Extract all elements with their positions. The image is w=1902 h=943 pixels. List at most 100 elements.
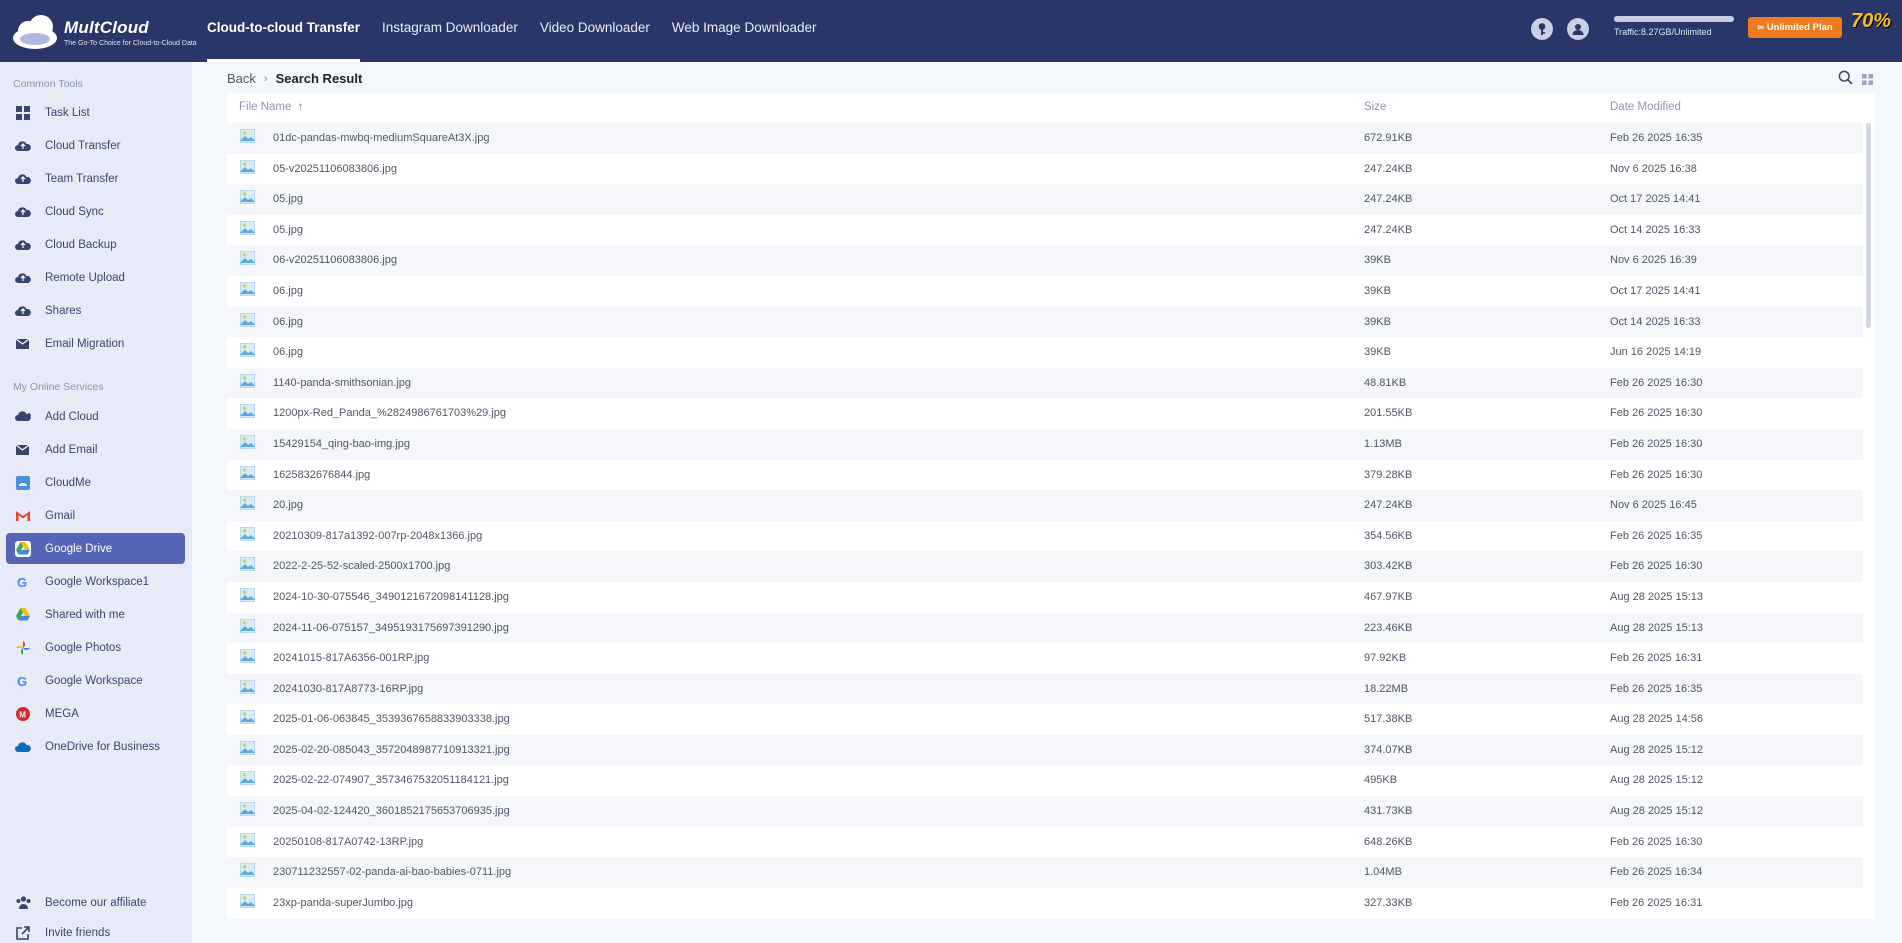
sidebar-item-email-migration[interactable]: Email Migration — [6, 328, 185, 359]
table-row[interactable]: 2025-02-20-085043_3572048987710913321.jp… — [227, 734, 1863, 766]
sidebar-item-invite-friends[interactable]: Invite friends — [6, 917, 185, 943]
table-row[interactable]: 20210309-817a1392-007rp-2048x1366.jpg 354… — [227, 521, 1863, 552]
column-file-name[interactable]: File Name ↑ — [239, 101, 303, 113]
table-row[interactable]: 20250108-817A0742-13RP.jpg 648.26KB Feb 26… — [227, 827, 1863, 858]
table-row[interactable]: 1140-panda-smithsonian.jpg 48.81KB Feb 26 … — [227, 367, 1863, 399]
file-date-modified: Oct 17 2025 14:41 — [1610, 193, 1701, 206]
sidebar-item-google-workspace1[interactable]: G Google Workspace1 — [6, 566, 185, 597]
sidebar-item-cloud-sync[interactable]: Cloud Sync — [6, 196, 185, 227]
file-name[interactable]: 20241015-817A6356-001RP.jpg — [273, 652, 429, 664]
sidebar-item-task-list[interactable]: Task List — [6, 97, 185, 128]
topnav-item-1[interactable]: Instagram Downloader — [382, 0, 518, 62]
file-name[interactable]: 06.jpg — [273, 346, 303, 358]
search-icon[interactable] — [1838, 70, 1853, 90]
file-name[interactable]: 1140-panda-smithsonian.jpg — [273, 377, 411, 389]
file-name[interactable]: 2024-11-06-075157_3495193175697391290.jp… — [273, 622, 509, 634]
key-icon[interactable] — [1531, 18, 1553, 40]
table-row[interactable]: 23xp-panda-superJumbo.jpg 327.33KB Feb 26 … — [227, 888, 1863, 919]
column-date-modified[interactable]: Date Modified — [1610, 101, 1681, 113]
sidebar-item-shared-with-me[interactable]: Shared with me — [6, 599, 185, 630]
sidebar-item-onedrive-for-business[interactable]: OneDrive for Business — [6, 731, 185, 762]
table-row[interactable]: 20.jpg 247.24KB Nov 6 2025 16:45 — [227, 490, 1863, 521]
column-size[interactable]: Size — [1364, 101, 1386, 113]
table-row[interactable]: 2025-01-06-063845_3539367658833903338.jp… — [227, 704, 1863, 735]
table-header: File Name ↑ Size Date Modified — [227, 93, 1875, 123]
table-row[interactable]: 06.jpg 39KB Oct 17 2025 14:41 — [227, 276, 1863, 307]
table-row[interactable]: 20241015-817A6356-001RP.jpg 97.92KB Feb 26… — [227, 643, 1863, 674]
sidebar-item-add-email[interactable]: Add Email — [6, 434, 185, 465]
file-name[interactable]: 2025-02-22-074907_3573467532051184121.jp… — [273, 774, 509, 786]
sidebar-item-google-photos[interactable]: Google Photos — [6, 632, 185, 663]
sidebar-item-label: Cloud Transfer — [45, 139, 121, 152]
file-name[interactable]: 06-v20251106083806.jpg — [273, 254, 397, 266]
file-name[interactable]: 230711232557-02-panda-ai-bao-babies-0711… — [273, 866, 511, 878]
sidebar-item-gmail[interactable]: Gmail — [6, 500, 185, 531]
sidebar-item-label: Gmail — [45, 509, 76, 522]
file-name[interactable]: 05.jpg — [273, 193, 303, 205]
file-date-modified: Nov 6 2025 16:38 — [1610, 162, 1697, 175]
file-name[interactable]: 2025-04-02-124420_3601852175653706935.jp… — [273, 805, 510, 817]
file-size: 467.97KB — [1364, 590, 1413, 603]
file-name[interactable]: 1200px-Red_Panda_%2824986761703%29.jpg — [273, 407, 506, 419]
file-name[interactable]: 2025-02-20-085043_3572048987710913321.jp… — [273, 744, 510, 756]
file-name[interactable]: 06.jpg — [273, 316, 303, 328]
file-date-modified: Feb 26 2025 16:30 — [1610, 468, 1703, 481]
unlimited-plan-button[interactable]: ∞ Unlimited Plan — [1748, 17, 1842, 38]
sidebar-item-cloudme[interactable]: CloudMe — [6, 467, 185, 498]
table-row[interactable]: 1200px-Red_Panda_%2824986761703%29.jpg 20… — [227, 398, 1863, 429]
topnav-item-0[interactable]: Cloud-to-cloud Transfer — [207, 0, 360, 62]
file-name[interactable]: 20210309-817a1392-007rp-2048x1366.jpg — [273, 530, 482, 542]
table-row[interactable]: 2025-02-22-074907_3573467532051184121.jp… — [227, 765, 1863, 796]
sidebar-item-add-cloud[interactable]: Add Cloud — [6, 401, 185, 432]
sidebar-item-shares[interactable]: Shares — [6, 295, 185, 326]
sidebar-item-team-transfer[interactable]: Team Transfer — [6, 163, 185, 194]
file-name[interactable]: 20241030-817A8773-16RP.jpg — [273, 683, 423, 695]
sidebar-item-become-our-affiliate[interactable]: Become our affiliate — [6, 887, 185, 918]
table-row[interactable]: 2025-04-02-124420_3601852175653706935.jp… — [227, 796, 1863, 827]
promo-badge[interactable]: 70% — [1851, 10, 1891, 40]
grid-view-icon[interactable] — [1862, 72, 1873, 90]
sidebar-item-cloud-backup[interactable]: Cloud Backup — [6, 229, 185, 260]
table-row[interactable]: 2024-11-06-075157_3495193175697391290.jp… — [227, 612, 1863, 644]
file-size: 39KB — [1364, 284, 1391, 297]
table-row[interactable]: 2024-10-30-075546_3490121672098141128.jp… — [227, 582, 1863, 613]
topnav-item-2[interactable]: Video Downloader — [540, 0, 650, 62]
table-row[interactable]: 06.jpg 39KB Oct 14 2025 16:33 — [227, 306, 1863, 338]
file-name[interactable]: 23xp-panda-superJumbo.jpg — [273, 897, 413, 909]
table-row[interactable]: 05-v20251106083806.jpg 247.24KB Nov 6 2025… — [227, 154, 1863, 185]
file-name[interactable]: 2025-01-06-063845_3539367658833903338.jp… — [273, 713, 510, 725]
table-row[interactable]: 01dc-pandas-mwbq-mediumSquareAt3X.jpg 672… — [227, 123, 1863, 154]
sidebar-item-cloud-transfer[interactable]: Cloud Transfer — [6, 130, 185, 161]
table-row[interactable]: 06.jpg 39KB Jun 16 2025 14:19 — [227, 337, 1863, 368]
table-row[interactable]: 06-v20251106083806.jpg 39KB Nov 6 2025 16:… — [227, 245, 1863, 276]
table-row[interactable]: 15429154_qing-bao-img.jpg 1.13MB Feb 26 20… — [227, 428, 1863, 460]
file-name[interactable]: 2024-10-30-075546_3490121672098141128.jp… — [273, 591, 509, 603]
vertical-scrollbar[interactable] — [1866, 123, 1871, 328]
table-row[interactable]: 05.jpg 247.24KB Oct 14 2025 16:33 — [227, 215, 1863, 246]
sidebar-item-google-workspace[interactable]: G Google Workspace — [6, 665, 185, 696]
onedrive-icon — [15, 739, 31, 755]
table-row[interactable]: 20241030-817A8773-16RP.jpg 18.22MB Feb 26 … — [227, 673, 1863, 705]
file-name[interactable]: 06.jpg — [273, 285, 303, 297]
table-row[interactable]: 1625832676844.jpg 379.28KB Feb 26 2025 16:… — [227, 460, 1863, 491]
app-logo[interactable]: MultCloud The Go-To Choice for Cloud-to-… — [10, 14, 197, 50]
image-file-icon — [239, 465, 256, 481]
table-row[interactable]: 2022-2-25-52-scaled-2500x1700.jpg 303.42K… — [227, 551, 1863, 582]
file-name[interactable]: 01dc-pandas-mwbq-mediumSquareAt3X.jpg — [273, 132, 489, 144]
topnav-item-3[interactable]: Web Image Downloader — [672, 0, 817, 62]
file-name[interactable]: 05.jpg — [273, 224, 303, 236]
sort-ascending-icon[interactable]: ↑ — [298, 101, 304, 113]
sidebar-item-google-drive[interactable]: Google Drive — [6, 533, 185, 564]
table-row[interactable]: 05.jpg 247.24KB Oct 17 2025 14:41 — [227, 184, 1863, 215]
sidebar-item-remote-upload[interactable]: Remote Upload — [6, 262, 185, 293]
back-link[interactable]: Back — [227, 71, 256, 86]
file-name[interactable]: 20.jpg — [273, 499, 303, 511]
user-avatar-icon[interactable] — [1567, 18, 1589, 40]
file-name[interactable]: 05-v20251106083806.jpg — [273, 163, 397, 175]
sidebar-item-mega[interactable]: M MEGA — [6, 698, 185, 729]
file-name[interactable]: 20250108-817A0742-13RP.jpg — [273, 836, 423, 848]
file-name[interactable]: 15429154_qing-bao-img.jpg — [273, 438, 410, 450]
table-row[interactable]: 230711232557-02-panda-ai-bao-babies-0711… — [227, 857, 1863, 888]
file-name[interactable]: 1625832676844.jpg — [273, 469, 370, 481]
file-name[interactable]: 2022-2-25-52-scaled-2500x1700.jpg — [273, 560, 450, 572]
